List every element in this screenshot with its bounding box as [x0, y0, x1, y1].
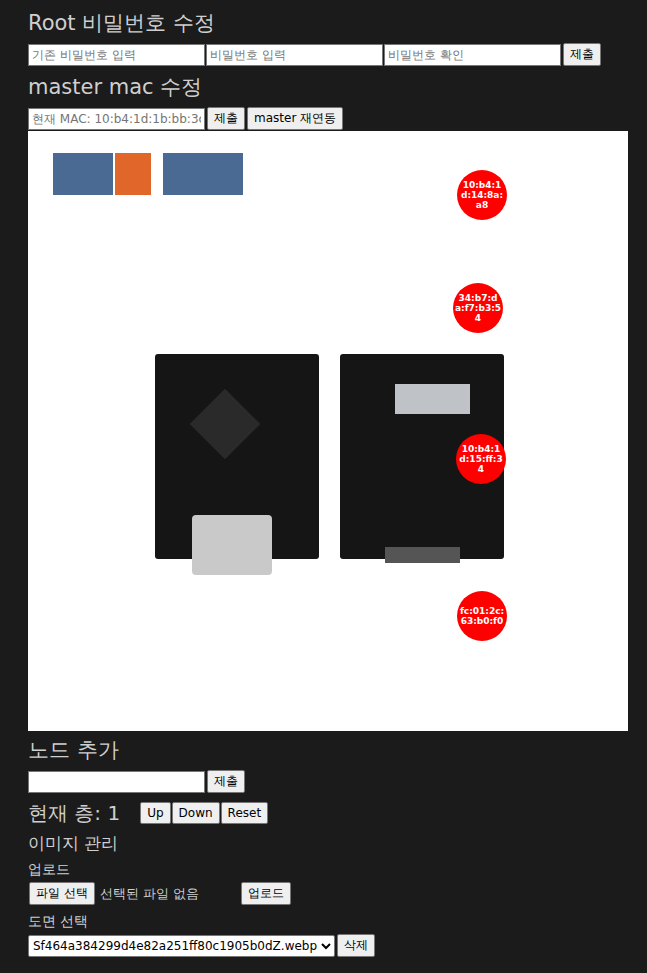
- plan-title: 도면 선택: [28, 911, 647, 931]
- floor-button[interactable]: Down: [172, 802, 220, 824]
- map-node[interactable]: 10:b4:1d:14:8a:a8: [457, 170, 507, 220]
- mac-button[interactable]: 제출: [207, 107, 245, 130]
- upload-row: 파일 선택 선택된 파일 없음 업로드: [28, 882, 647, 905]
- mac-input[interactable]: [28, 108, 205, 130]
- file-status: 선택된 파일 없음: [100, 885, 199, 903]
- floor-label: 현재 층: 1: [28, 799, 120, 827]
- floor-button[interactable]: Reset: [221, 802, 269, 824]
- board-picture: [155, 354, 319, 559]
- choose-file-button[interactable]: 파일 선택: [29, 882, 95, 905]
- password-row: 제출: [28, 43, 647, 66]
- password-submit-button[interactable]: 제출: [563, 43, 601, 66]
- floor-map[interactable]: 10:b4:1d:14:8a:a8 34:b7:da:f7:b3:54 10:b4:…: [28, 131, 628, 731]
- logo-picture: [53, 153, 243, 195]
- add-node-row: 제출: [28, 770, 647, 793]
- mac-row: 제출master 재연동: [28, 107, 647, 130]
- add-node-title: 노드 추가: [28, 735, 647, 765]
- map-node[interactable]: 34:b7:da:f7:b3:54: [453, 283, 503, 333]
- admin-page: Root 비밀번호 수정 제출 master mac 수정 제출master 재…: [0, 0, 647, 973]
- add-node-submit-button[interactable]: 제출: [207, 770, 245, 793]
- upload-button[interactable]: 업로드: [241, 882, 291, 905]
- floor-button[interactable]: Up: [140, 802, 170, 824]
- plan-select[interactable]: Sf464a384299d4e82a251ff80c1905b0dZ.webp: [28, 935, 335, 957]
- add-node-input[interactable]: [28, 771, 205, 793]
- password-input[interactable]: [28, 44, 205, 66]
- delete-button[interactable]: 삭제: [337, 934, 375, 957]
- mac-button[interactable]: master 재연동: [247, 107, 343, 130]
- upload-title: 업로드: [28, 859, 647, 879]
- mac-title: master mac 수정: [28, 72, 647, 102]
- password-input[interactable]: [384, 44, 561, 66]
- password-input[interactable]: [206, 44, 383, 66]
- plan-row: Sf464a384299d4e82a251ff80c1905b0dZ.webp …: [28, 934, 647, 957]
- map-node[interactable]: fc:01:2c:63:b0:f0: [457, 591, 507, 641]
- map-node[interactable]: 10:b4:1d:15:ff:34: [456, 434, 506, 484]
- image-title: 이미지 관리: [28, 831, 647, 855]
- floor-row: 현재 층: 1 UpDownReset: [28, 799, 647, 827]
- password-title: Root 비밀번호 수정: [28, 8, 647, 38]
